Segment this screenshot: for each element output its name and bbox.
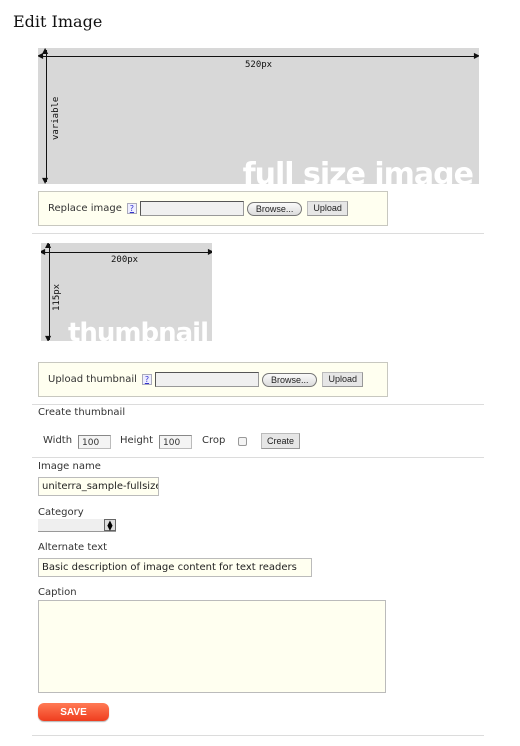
help-icon[interactable]: ? [141, 374, 152, 385]
thumbnail-height-input[interactable]: 100 [159, 435, 192, 449]
divider [32, 404, 484, 405]
full-size-watermark: full size image [242, 157, 474, 185]
height-label: variable [51, 96, 61, 140]
caption-textarea[interactable] [38, 600, 386, 693]
divider [32, 735, 484, 736]
thumb-width-dimension-line [42, 252, 211, 253]
height-label: Height [120, 435, 154, 446]
category-label: Category [38, 507, 84, 518]
arrow-down-icon: ▼ [42, 176, 49, 185]
crop-checkbox[interactable] [238, 437, 247, 446]
replace-image-label: Replace image [48, 203, 122, 214]
arrow-left-icon: ◀ [41, 247, 46, 256]
category-select[interactable]: ▲ ▼ [38, 519, 116, 532]
replace-image-browse-button[interactable]: Browse... [246, 201, 303, 216]
thumbnail-image-placeholder: ◀ ▶ ▲ ▼ 200px 115px thumbnail [41, 243, 212, 341]
upload-thumbnail-upload-button[interactable]: Upload [322, 372, 363, 387]
arrow-down-icon: ▼ [45, 334, 52, 342]
width-dimension-line [40, 56, 477, 57]
full-size-image-placeholder: ◀ ▶ ▲ ▼ 520px variable full size image [38, 48, 479, 184]
upload-thumbnail-box: Upload thumbnail ? Browse... Upload [38, 362, 388, 397]
caption-label: Caption [38, 587, 77, 598]
arrow-up-icon: ▲ [42, 48, 49, 55]
width-label: Width [43, 435, 73, 446]
select-arrows-icon: ▲ ▼ [104, 519, 116, 532]
replace-image-upload-button[interactable]: Upload [307, 201, 348, 216]
width-label: 520px [245, 60, 273, 70]
create-thumbnail-heading: Create thumbnail [38, 407, 126, 418]
image-name-input[interactable]: uniterra_sample-fullsize [38, 477, 159, 496]
upload-thumbnail-file-input[interactable] [154, 372, 259, 387]
page-title: Edit Image [13, 12, 103, 31]
upload-thumbnail-browse-button[interactable]: Browse... [261, 372, 318, 387]
image-name-label: Image name [38, 461, 101, 472]
arrow-right-icon: ▶ [473, 51, 479, 60]
arrow-right-icon: ▶ [207, 247, 212, 256]
crop-label: Crop [202, 435, 226, 446]
arrow-up-icon: ▲ [45, 243, 52, 249]
help-icon[interactable]: ? [126, 203, 137, 214]
divider [32, 233, 484, 234]
upload-thumbnail-label: Upload thumbnail [48, 374, 137, 385]
thumb-height-dimension-line [49, 244, 50, 340]
alternate-text-input[interactable]: Basic description of image content for t… [38, 558, 312, 577]
alternate-text-label: Alternate text [38, 542, 108, 553]
thumb-height-label: 115px [52, 283, 62, 311]
save-button[interactable]: SAVE [38, 703, 109, 721]
height-dimension-line [46, 50, 47, 182]
thumb-width-label: 200px [111, 255, 139, 265]
thumbnail-width-input[interactable]: 100 [78, 435, 111, 449]
replace-image-file-input[interactable] [139, 201, 244, 216]
replace-image-box: Replace image ? Browse... Upload [38, 191, 388, 226]
create-thumbnail-button[interactable]: Create [261, 433, 301, 449]
divider [32, 457, 484, 458]
thumbnail-watermark: thumbnail [67, 318, 209, 341]
